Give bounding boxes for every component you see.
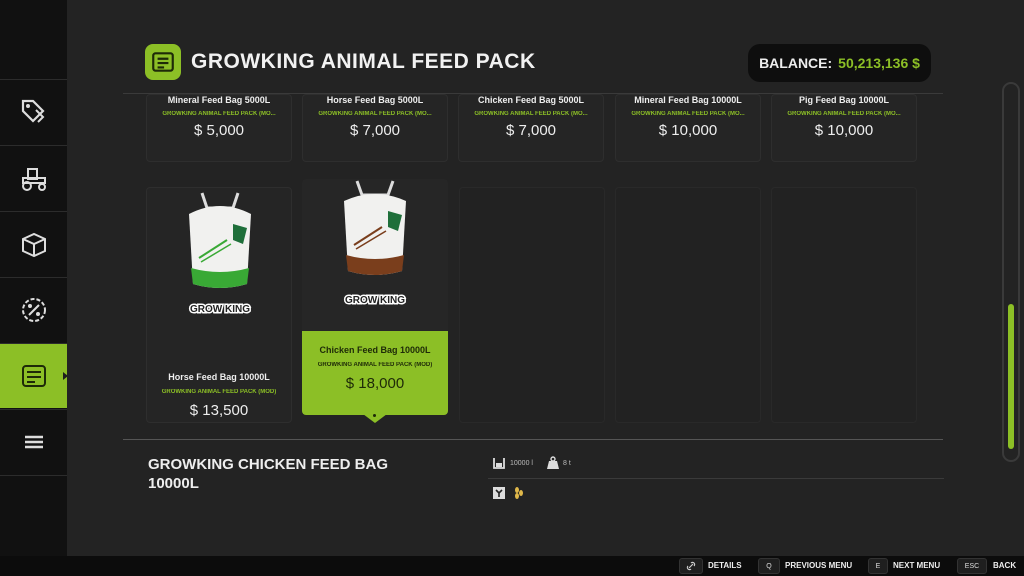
scrollbar[interactable] (1002, 82, 1020, 462)
item-image: GROW KING (147, 188, 291, 328)
discount-icon (21, 298, 46, 322)
growking-logo: GROW KING (345, 295, 405, 306)
selection-dot (373, 414, 376, 417)
prev-menu-key[interactable]: Q (758, 558, 780, 574)
item-price: $ 7,000 (349, 122, 401, 139)
item-name: Mineral Feed Bag 10000L (634, 95, 742, 105)
item-mod: GROWKING ANIMAL FEED PACK (MOD) (161, 389, 277, 395)
back-label[interactable]: BACK (993, 561, 1016, 570)
empty-slot (771, 187, 917, 423)
shop-item-card[interactable]: Mineral Feed Bag 10000L GROWKING ANIMAL … (615, 94, 761, 162)
capacity-icon (492, 456, 506, 475)
detail-title: GROWKING CHICKEN FEED BAG 10000L (148, 456, 388, 492)
item-image: GROW KING (302, 179, 448, 319)
next-menu-label[interactable]: NEXT MENU (893, 561, 940, 570)
sidebar-item-mods[interactable] (0, 343, 68, 408)
sidebar-divider (0, 475, 67, 477)
balance-label: BALANCE: (759, 55, 833, 71)
shop-item-card[interactable]: Chicken Feed Bag 5000L GROWKING ANIMAL F… (458, 94, 604, 162)
item-price: $ 18,000 (345, 375, 405, 392)
page-title: GROWKING ANIMAL FEED PACK (191, 50, 536, 73)
box-icon (21, 232, 46, 258)
growking-logo: GROW KING (190, 304, 250, 315)
tractor-icon (21, 168, 46, 191)
shop-item-card[interactable]: Mineral Feed Bag 5000L GROWKING ANIMAL F… (146, 94, 292, 162)
item-mod: GROWKING ANIMAL FEED PACK (MO... (474, 111, 588, 117)
category-icon (145, 44, 181, 80)
empty-slot (615, 187, 761, 423)
feed-bag-image: GROW KING (344, 180, 407, 308)
shop-item-card-selected[interactable]: GROW KING Chicken Feed Bag 10000L GROWKI… (302, 179, 448, 415)
shop-list-icon (21, 365, 46, 387)
weight-icon (546, 456, 560, 475)
item-price: $ 7,000 (505, 122, 557, 139)
sidebar-item-offers[interactable] (0, 277, 67, 342)
item-mod: GROWKING ANIMAL FEED PACK (MO... (162, 111, 276, 117)
grain-icon (512, 486, 526, 505)
item-mod: GROWKING ANIMAL FEED PACK (MO... (318, 111, 432, 117)
item-mod: GROWKING ANIMAL FEED PACK (MO... (631, 111, 745, 117)
detail-sub-divider (488, 478, 944, 479)
feed-bag-image: GROW KING (189, 192, 252, 317)
item-name: Chicken Feed Bag 10000L (319, 345, 431, 355)
shop-item-card[interactable]: Horse Feed Bag 5000L GROWKING ANIMAL FEE… (302, 94, 448, 162)
scrollbar-thumb[interactable] (1008, 304, 1014, 449)
item-name: Mineral Feed Bag 5000L (167, 95, 271, 105)
shop-item-card[interactable]: GROW KING Horse Feed Bag 10000L GROWKING… (146, 187, 292, 423)
balance-box: BALANCE: 50,213,136 $ (748, 44, 931, 82)
sidebar-item-sales[interactable] (0, 79, 67, 144)
details-key[interactable] (679, 558, 703, 574)
price-tags-icon (21, 99, 45, 123)
detail-divider (123, 439, 943, 440)
sidebar-item-vehicles[interactable] (0, 145, 67, 210)
weight-value: 8 t (563, 460, 571, 467)
prev-menu-label[interactable]: PREVIOUS MENU (785, 561, 852, 570)
sidebar-item-menu[interactable] (0, 409, 67, 474)
menu-icon (24, 435, 43, 449)
link-icon (686, 561, 696, 571)
next-menu-key[interactable]: E (868, 558, 888, 574)
back-key[interactable]: ESC (957, 558, 987, 574)
item-name: Horse Feed Bag 5000L (326, 95, 424, 105)
item-price: $ 10,000 (658, 122, 718, 139)
item-price: $ 10,000 (814, 122, 874, 139)
item-name: Pig Feed Bag 10000L (798, 95, 890, 105)
item-mod: GROWKING ANIMAL FEED PACK (MOD) (317, 362, 433, 368)
details-label[interactable]: DETAILS (708, 561, 742, 570)
item-price: $ 5,000 (193, 122, 245, 139)
item-name: Horse Feed Bag 10000L (168, 372, 270, 382)
item-price: $ 13,500 (189, 402, 249, 419)
balance-value: 50,213,136 $ (838, 55, 920, 71)
sidebar (0, 0, 68, 556)
capacity-value: 10000 l (510, 460, 533, 467)
shop-item-card[interactable]: Pig Feed Bag 10000L GROWKING ANIMAL FEED… (771, 94, 917, 162)
item-name: Chicken Feed Bag 5000L (477, 95, 585, 105)
animal-food-icon (492, 486, 506, 505)
empty-slot (459, 187, 605, 423)
item-mod: GROWKING ANIMAL FEED PACK (MO... (787, 111, 901, 117)
sidebar-item-objects[interactable] (0, 211, 67, 276)
